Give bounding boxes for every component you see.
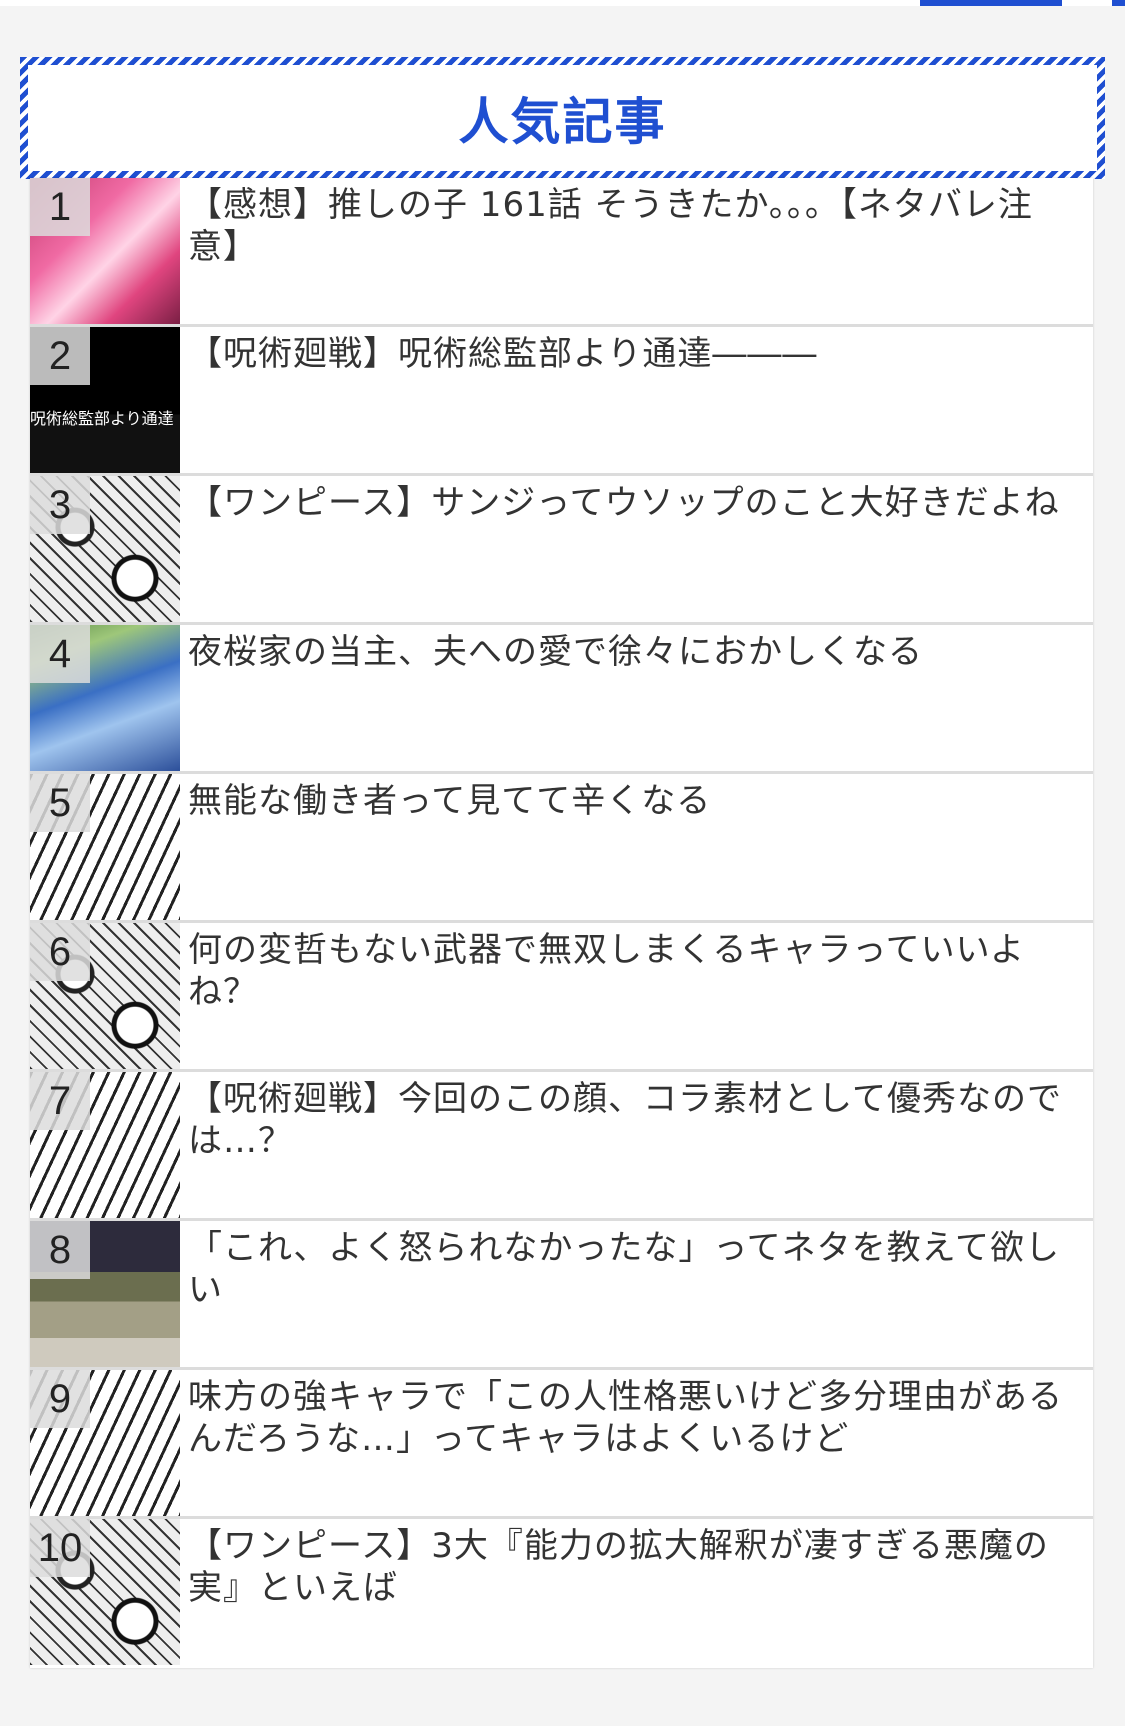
article-item-5[interactable]: 5 無能な働き者って見てて辛くなる <box>30 774 1093 923</box>
popular-articles-list: 1 【感想】推しの子 161話 そうきたか。。。【ネタバレ注意】 呪術総監部より… <box>30 178 1093 1668</box>
article-item-2[interactable]: 呪術総監部より通達 2 【呪術廻戦】呪術総監部より通達――― <box>30 327 1093 476</box>
rank-badge: 1 <box>30 178 90 236</box>
article-title-link[interactable]: 【ワンピース】3大『能力の拡大解釈が凄すぎる悪魔の実』といえば <box>188 1525 1081 1609</box>
article-item-6[interactable]: 6 何の変哲もない武器で無双しまくるキャラっていいよね？ <box>30 923 1093 1072</box>
rank-badge: 4 <box>30 625 90 683</box>
top-nav-segment <box>0 0 920 6</box>
article-title-link[interactable]: 夜桜家の当主、夫への愛で徐々におかしくなる <box>188 631 1081 673</box>
thumbnail-caption: 呪術総監部より通達 <box>30 409 174 428</box>
article-title-link[interactable]: 【ワンピース】サンジってウソップのこと大好きだよね <box>188 482 1081 524</box>
rank-badge: 10 <box>30 1519 90 1577</box>
article-item-1[interactable]: 1 【感想】推しの子 161話 そうきたか。。。【ネタバレ注意】 <box>30 178 1093 327</box>
article-title-link[interactable]: 【呪術廻戦】今回のこの顔、コラ素材として優秀なのでは…？ <box>188 1078 1081 1162</box>
rank-badge: 7 <box>30 1072 90 1130</box>
article-title-link[interactable]: 「これ、よく怒られなかったな」ってネタを教えて欲しい <box>188 1227 1081 1311</box>
article-item-9[interactable]: 9 味方の強キャラで「この人性格悪いけど多分理由があるんだろうな…」ってキャラは… <box>30 1370 1093 1519</box>
popular-articles-title: 人気記事 <box>458 93 667 151</box>
rank-badge: 5 <box>30 774 90 832</box>
article-title-link[interactable]: 【感想】推しの子 161話 そうきたか。。。【ネタバレ注意】 <box>188 184 1081 268</box>
rank-badge: 6 <box>30 923 90 981</box>
top-nav-segment <box>1062 0 1112 6</box>
rank-badge: 9 <box>30 1370 90 1428</box>
popular-articles-header-inner: 人気記事 <box>28 65 1097 171</box>
rank-badge: 8 <box>30 1221 90 1279</box>
article-item-8[interactable]: 8 「これ、よく怒られなかったな」ってネタを教えて欲しい <box>30 1221 1093 1370</box>
popular-articles-header: 人気記事 <box>20 57 1105 179</box>
article-item-10[interactable]: 10 【ワンピース】3大『能力の拡大解釈が凄すぎる悪魔の実』といえば <box>30 1519 1093 1668</box>
article-item-3[interactable]: 3 【ワンピース】サンジってウソップのこと大好きだよね <box>30 476 1093 625</box>
article-item-4[interactable]: 4 夜桜家の当主、夫への愛で徐々におかしくなる <box>30 625 1093 774</box>
rank-badge: 3 <box>30 476 90 534</box>
article-title-link[interactable]: 味方の強キャラで「この人性格悪いけど多分理由があるんだろうな…」ってキャラはよく… <box>188 1376 1081 1460</box>
article-title-link[interactable]: 何の変哲もない武器で無双しまくるキャラっていいよね？ <box>188 929 1081 1013</box>
article-item-7[interactable]: 7 【呪術廻戦】今回のこの顔、コラ素材として優秀なのでは…？ <box>30 1072 1093 1221</box>
rank-badge: 2 <box>30 327 90 385</box>
top-nav-bar <box>0 0 1125 6</box>
article-title-link[interactable]: 【呪術廻戦】呪術総監部より通達――― <box>188 333 1081 375</box>
article-title-link[interactable]: 無能な働き者って見てて辛くなる <box>188 780 1081 822</box>
